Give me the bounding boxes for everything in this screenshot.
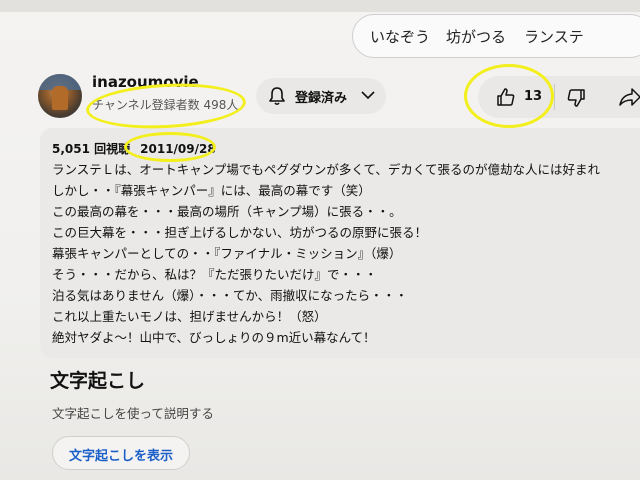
description-line: これ以上重たいモノは、担げませんから！（怒）: [52, 309, 327, 324]
description-line: この巨大幕を・・・担ぎ上げるしかない、坊がつるの原野に張る！: [52, 225, 428, 240]
highlight-circle-date: [124, 132, 216, 162]
like-divider: [554, 84, 555, 110]
description-line: この最高の幕を・・・最高の場所（キャンプ場）に張る・・。: [52, 204, 402, 219]
youtube-video-page: いなぞう 坊がつる ランステ inazoumovie チャンネル登録者数 498…: [0, 0, 640, 480]
show-transcript-label: 文字起こしを表示: [69, 449, 174, 464]
suggestion-chip-inazou[interactable]: いなぞう: [370, 26, 430, 47]
description-line: ランステＬは、オートキャンプ場でもペグダウンが多くて、デカくて張るのが億劫な人に…: [52, 162, 601, 177]
top-edge: [0, 0, 640, 12]
suggestion-chip-ransute[interactable]: ランステ: [524, 26, 584, 47]
description-line: 絶対ヤダよ～！山中で、びっしょりの９m近い幕なんて！: [52, 330, 376, 345]
transcript-description: 文字起こしを使って説明する: [52, 406, 214, 421]
subscribed-label: 登録済み: [295, 91, 348, 106]
transcript-heading: 文字起こし: [50, 370, 146, 392]
highlight-circle-likes: [464, 64, 554, 128]
channel-avatar[interactable]: [38, 74, 82, 118]
avatar-figure: [52, 86, 68, 110]
description-line: 泊る気はありません（爆）・・・てか、雨撤収になったら・・・: [52, 288, 408, 303]
description-line: しかし・・『幕張キャンパー』には、最高の幕です（笑）: [52, 183, 371, 198]
share-icon[interactable]: [618, 86, 640, 108]
description-line: そう・・・だから、私は？『ただ張りたいだけ』で・・・: [52, 267, 378, 282]
description-line: 幕張キャンパーとしての・・『ファイナル・ミッション』（爆）: [52, 246, 402, 261]
thumbs-down-icon[interactable]: [566, 88, 586, 108]
chevron-down-icon: [361, 91, 375, 100]
video-title-cut-off: [44, 44, 274, 54]
show-transcript-button[interactable]: 文字起こしを表示: [52, 436, 190, 470]
view-count: 5,051 回視聴: [52, 142, 131, 156]
suggestion-chip-bogatsuru[interactable]: 坊がつる: [446, 26, 506, 47]
bell-icon: [269, 87, 285, 106]
